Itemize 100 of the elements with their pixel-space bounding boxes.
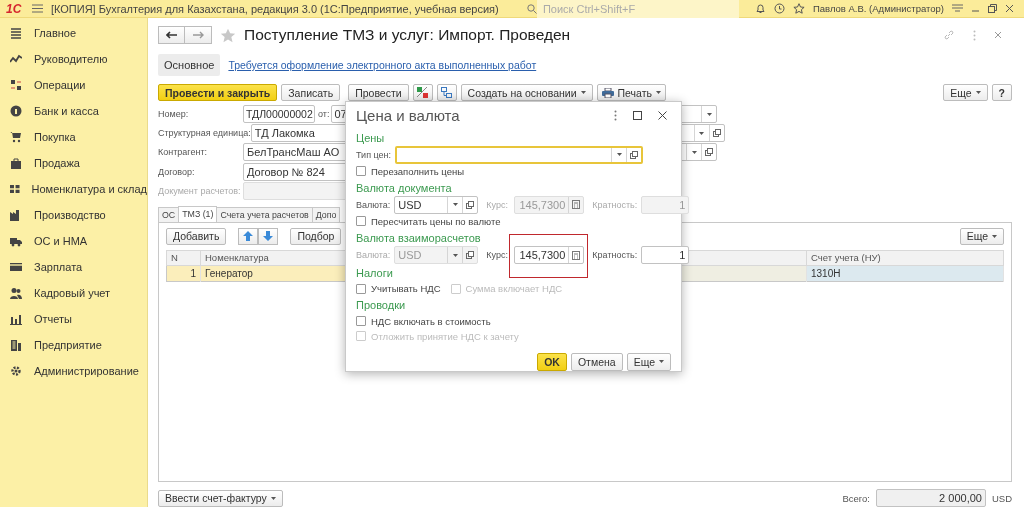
- card-icon: [10, 261, 22, 273]
- close-icon[interactable]: [658, 110, 667, 120]
- sidebar-item[interactable]: Покупка: [34, 131, 76, 143]
- checkbox-label: НДС включать в стоимость: [371, 315, 491, 327]
- caret-icon: [616, 153, 622, 157]
- sidebar-item[interactable]: Руководителю: [34, 53, 108, 65]
- postings-button[interactable]: [412, 84, 433, 101]
- cancel-button[interactable]: Отмена: [570, 352, 623, 371]
- caret-icon: [699, 131, 705, 135]
- section-heading: Проводки: [356, 298, 407, 314]
- star-icon[interactable]: [792, 3, 805, 14]
- open-button[interactable]: [701, 144, 716, 161]
- section-tab[interactable]: Основное: [158, 54, 221, 76]
- notice-link[interactable]: Требуется оформление электронного акта выполненных работ: [228, 59, 537, 71]
- caret-icon: [452, 253, 458, 257]
- ledger-icon: [417, 87, 429, 98]
- toolbar-button[interactable]: Провести: [348, 84, 409, 101]
- input-field[interactable]: [395, 145, 644, 164]
- post-and-close-button[interactable]: Провести и закрыть: [158, 84, 278, 101]
- field-label: Договор:: [158, 166, 196, 177]
- currency-label: USD: [991, 492, 1012, 504]
- checkbox[interactable]: [356, 283, 366, 294]
- enter-invoice-button[interactable]: Ввести счет-фактуру: [158, 489, 283, 507]
- menu-icon[interactable]: [952, 4, 963, 13]
- more-button[interactable]: Еще: [943, 84, 988, 101]
- open-icon: [712, 129, 721, 138]
- caret-icon: [659, 360, 664, 364]
- list-icon: [10, 27, 22, 39]
- sidebar-item[interactable]: Отчеты: [34, 313, 73, 325]
- field-label: Кратность:: [592, 250, 638, 261]
- checkbox[interactable]: [356, 166, 366, 177]
- checkbox[interactable]: [356, 216, 366, 227]
- user-name[interactable]: Павлов А.В. (Администратор): [812, 3, 944, 14]
- sidebar-item[interactable]: Администрирование: [34, 365, 139, 377]
- section-heading: Валюта взаиморасчетов: [356, 231, 482, 247]
- search-icon[interactable]: [526, 3, 537, 14]
- restore-icon[interactable]: [988, 4, 997, 13]
- more-button[interactable]: Еще: [959, 227, 1004, 245]
- close-icon[interactable]: [1005, 4, 1014, 13]
- more-button[interactable]: Еще: [626, 352, 671, 371]
- structure-button[interactable]: [436, 84, 457, 101]
- sidebar-item[interactable]: Банк и касса: [34, 105, 99, 117]
- back-button[interactable]: [158, 26, 185, 44]
- maximize-icon[interactable]: [633, 110, 642, 120]
- app-logo[interactable]: 1С: [6, 1, 24, 16]
- caret-icon: [992, 234, 997, 238]
- pick-button[interactable]: Подбор: [290, 227, 342, 245]
- sidebar-item[interactable]: Главное: [34, 27, 77, 39]
- input-field[interactable]: 145,7300: [514, 246, 585, 265]
- open-button[interactable]: [708, 125, 724, 142]
- chart-line-icon: [10, 53, 22, 65]
- checkbox[interactable]: [356, 316, 366, 327]
- checkbox-label: Учитывать НДС: [371, 283, 441, 295]
- input-field[interactable]: 1: [641, 246, 690, 265]
- star-icon[interactable]: [220, 27, 236, 43]
- search-field[interactable]: Поиск Ctrl+Shift+F: [536, 0, 739, 18]
- add-button[interactable]: Добавить: [166, 227, 227, 245]
- printer-icon: [601, 87, 614, 98]
- link-icon[interactable]: [943, 29, 955, 41]
- arrow-up-icon: [243, 231, 254, 242]
- sidebar-item[interactable]: ОС и НМА: [34, 235, 88, 247]
- field-label: Курс:: [486, 250, 509, 261]
- input-field[interactable]: ТДЛ00000002: [243, 105, 315, 123]
- create-based-on-button[interactable]: Создать на основании: [460, 84, 593, 101]
- open-icon: [705, 148, 713, 157]
- history-icon[interactable]: [773, 3, 785, 14]
- tab[interactable]: Счета учета расчетов: [216, 206, 313, 222]
- field-label: Кратность:: [592, 199, 638, 210]
- coin-icon: [10, 105, 22, 117]
- sidebar-item[interactable]: Продажа: [34, 157, 80, 169]
- hierarchy-icon: [441, 87, 453, 98]
- toolbar-button[interactable]: Записать: [281, 84, 341, 101]
- column-header[interactable]: N: [166, 250, 201, 266]
- print-button[interactable]: Печать: [596, 84, 666, 101]
- arrow-down-icon: [263, 231, 274, 242]
- tab[interactable]: Допо: [311, 206, 341, 222]
- sidebar-item[interactable]: Зарплата: [34, 261, 83, 273]
- sidebar-item[interactable]: Кадровый учет: [34, 287, 111, 299]
- input-field[interactable]: USD: [394, 195, 479, 214]
- ok-button[interactable]: OK: [537, 352, 567, 371]
- sidebar-item[interactable]: Предприятие: [34, 339, 102, 351]
- section-heading: Валюта документа: [356, 180, 453, 196]
- menu-icon[interactable]: [31, 4, 43, 13]
- truck-icon: [10, 235, 22, 247]
- tab[interactable]: ОС: [158, 206, 180, 222]
- help-button[interactable]: ?: [991, 84, 1012, 101]
- tab[interactable]: ТМЗ (1): [178, 205, 218, 222]
- checkbox-label: Перезаполнить цены: [371, 165, 465, 177]
- sidebar-item[interactable]: Операции: [34, 79, 86, 91]
- column-header[interactable]: Счет учета (НУ): [806, 250, 1004, 266]
- field-label: Валюта:: [356, 250, 391, 261]
- total-field: 2 000,00: [875, 489, 986, 507]
- more-icon[interactable]: [614, 109, 617, 121]
- sidebar-item[interactable]: Производство: [34, 209, 106, 221]
- open-icon: [466, 200, 475, 209]
- bell-icon[interactable]: [754, 3, 766, 14]
- sidebar-item[interactable]: Номенклатура и склад: [31, 183, 147, 195]
- move-up-button[interactable]: [238, 227, 259, 245]
- building-icon: [10, 339, 22, 351]
- move-down-button[interactable]: [258, 227, 279, 245]
